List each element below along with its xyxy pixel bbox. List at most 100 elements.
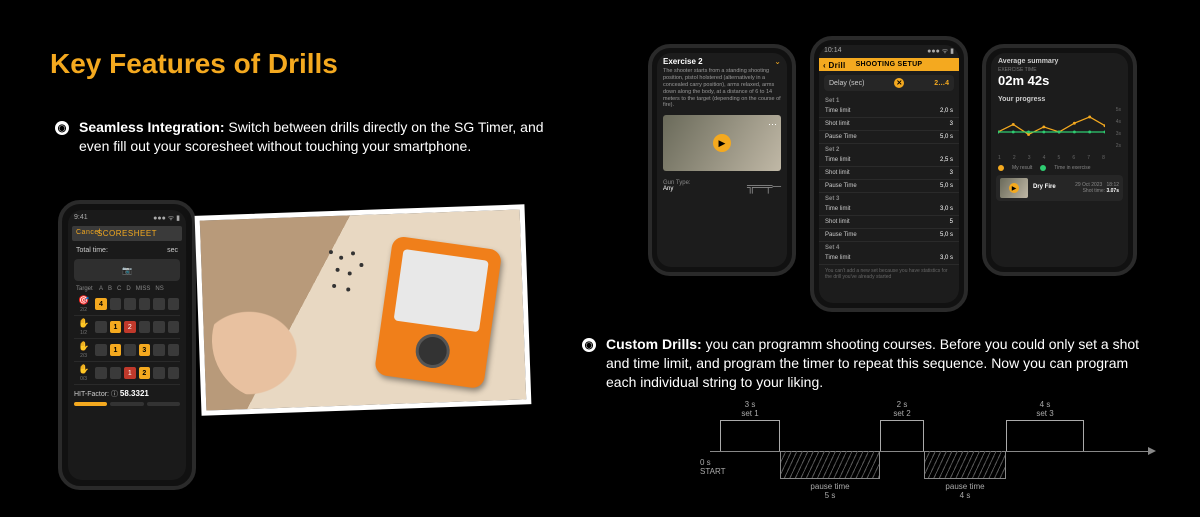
set-row[interactable]: Time limit3,0 s bbox=[819, 252, 959, 265]
result-thumbnail: ▶ bbox=[1000, 178, 1028, 198]
exercise-description: The shooter starts from a standing shoot… bbox=[657, 68, 787, 113]
back-button[interactable]: ‹ Drill bbox=[823, 61, 846, 70]
score-row[interactable]: ✋1/2 12 bbox=[74, 316, 180, 339]
score-cell[interactable] bbox=[95, 321, 106, 333]
score-cell[interactable] bbox=[168, 344, 179, 356]
shooting-setup-header: ‹ Drill SHOOTING SETUP bbox=[819, 58, 959, 71]
bullet-strong: Custom Drills: bbox=[606, 336, 702, 352]
chart-legend: My result Time in exercise bbox=[991, 163, 1128, 175]
info-icon[interactable]: ⓘ bbox=[111, 391, 118, 398]
score-cell[interactable] bbox=[124, 298, 135, 310]
timeline-pause-box bbox=[780, 451, 880, 479]
timeline-pause-label: pause time4 s bbox=[945, 482, 984, 500]
score-columns: Target A B C D MISS NS bbox=[74, 285, 180, 293]
score-cell[interactable]: 1 bbox=[110, 321, 121, 333]
delay-row[interactable]: Delay (sec) ✕ 2…4 bbox=[824, 75, 954, 91]
status-icons: ●●● ᯤ ▮ bbox=[927, 47, 954, 56]
score-cell[interactable]: 2 bbox=[124, 321, 135, 333]
exercise-time-label: EXERCISE TIME bbox=[991, 65, 1128, 73]
exercise-video-thumbnail[interactable]: ⋯ ▶ bbox=[663, 115, 781, 171]
set-header: Set 2 bbox=[819, 144, 959, 154]
clear-icon[interactable]: ✕ bbox=[894, 78, 904, 88]
status-time: 10:14 bbox=[824, 47, 842, 56]
feature-bullet-custom-drills: ◉ Custom Drills: you can programm shooti… bbox=[582, 335, 1162, 392]
score-cell[interactable] bbox=[110, 298, 121, 310]
camera-icon: 📷 bbox=[122, 266, 132, 275]
progress-chart: 5s4s3s2s 12345678 bbox=[998, 107, 1121, 161]
set-header: Set 3 bbox=[819, 193, 959, 203]
result-card[interactable]: ▶Dry Fire29 Oct 2023 18:12Shot time: 3.0… bbox=[996, 175, 1123, 201]
pager bbox=[74, 402, 180, 406]
progress-label: Your progress bbox=[991, 93, 1128, 103]
header-title: SCORESHEET bbox=[97, 229, 157, 238]
summary-title: Average summary bbox=[991, 53, 1128, 65]
play-icon: ▶ bbox=[1009, 183, 1019, 193]
score-cell[interactable] bbox=[168, 321, 179, 333]
score-cell[interactable] bbox=[153, 298, 164, 310]
target-icon: ✋2/3 bbox=[75, 341, 92, 359]
score-cell[interactable]: 4 bbox=[95, 298, 106, 310]
score-cell[interactable]: 2 bbox=[139, 367, 150, 379]
set-row[interactable]: Pause Time5,0 s bbox=[819, 180, 959, 193]
set-row[interactable]: Pause Time5,0 s bbox=[819, 131, 959, 144]
more-icon[interactable]: ⋯ bbox=[768, 119, 777, 130]
bullet-icon: ◉ bbox=[582, 338, 596, 352]
bullet-text: Custom Drills: you can programm shooting… bbox=[606, 335, 1162, 392]
set-row[interactable]: Time limit2,5 s bbox=[819, 154, 959, 167]
target-icon: ✋1/2 bbox=[75, 318, 92, 336]
status-bar: 10:14 ●●● ᯤ ▮ bbox=[819, 45, 959, 58]
timeline-pause-label: pause time5 s bbox=[810, 482, 849, 500]
set-header: Set 1 bbox=[819, 95, 959, 105]
chevron-down-icon: ⌄ bbox=[774, 57, 781, 66]
score-rows: 🎯2/24✋1/212✋2/313✋0/312 bbox=[74, 293, 180, 385]
score-cell[interactable] bbox=[139, 321, 150, 333]
timeline-set-label: 2 sset 2 bbox=[893, 400, 910, 418]
score-cell[interactable] bbox=[153, 344, 164, 356]
status-icons: ●●● ᯤ ▮ bbox=[153, 214, 180, 223]
set-row[interactable]: Pause Time5,0 s bbox=[819, 229, 959, 242]
phone-scoresheet: 9:41 ●●● ᯤ ▮ Cancel SCORESHEET Total tim… bbox=[58, 200, 196, 490]
score-cell[interactable]: 1 bbox=[124, 367, 135, 379]
phone-summary: Average summary EXERCISE TIME 02m 42s Yo… bbox=[982, 44, 1137, 276]
feature-bullet-integration: ◉ Seamless Integration: Switch between d… bbox=[55, 118, 565, 156]
score-row[interactable]: 🎯2/24 bbox=[74, 293, 180, 316]
status-bar: 9:41 ●●● ᯤ ▮ bbox=[74, 214, 180, 223]
set-row[interactable]: Time limit2,0 s bbox=[819, 105, 959, 118]
exercise-title: Exercise 2 bbox=[663, 57, 703, 66]
setup-sets: Set 1Time limit2,0 sShot limit3Pause Tim… bbox=[819, 95, 959, 265]
set-row[interactable]: Shot limit3 bbox=[819, 167, 959, 180]
score-cell[interactable] bbox=[153, 321, 164, 333]
set-row[interactable]: Time limit3,0 s bbox=[819, 203, 959, 216]
bullet-strong: Seamless Integration: bbox=[79, 119, 225, 135]
cancel-button[interactable]: Cancel bbox=[76, 229, 101, 236]
timeline-pause-box bbox=[924, 451, 1006, 479]
score-cell[interactable] bbox=[168, 367, 179, 379]
status-time: 9:41 bbox=[74, 214, 88, 223]
exercise-header[interactable]: Exercise 2 ⌄ bbox=[657, 53, 787, 68]
total-time-label: Total time: bbox=[76, 247, 108, 254]
score-cell[interactable] bbox=[95, 367, 106, 379]
set-row[interactable]: Shot limit5 bbox=[819, 216, 959, 229]
score-row[interactable]: ✋0/312 bbox=[74, 362, 180, 385]
scoresheet-header: Cancel SCORESHEET bbox=[72, 226, 182, 241]
target-icon: 🎯2/2 bbox=[75, 295, 92, 313]
score-cell[interactable]: 1 bbox=[110, 344, 121, 356]
sg-timer-device bbox=[374, 235, 502, 389]
score-cell[interactable] bbox=[124, 344, 135, 356]
score-cell[interactable] bbox=[95, 344, 106, 356]
timeline-set-box bbox=[720, 420, 780, 451]
score-cell[interactable]: 3 bbox=[139, 344, 150, 356]
score-cell[interactable] bbox=[110, 367, 121, 379]
score-cell[interactable] bbox=[153, 367, 164, 379]
legend-dot-icon bbox=[998, 165, 1004, 171]
bullet-text: Seamless Integration: Switch between dri… bbox=[79, 118, 565, 156]
set-row[interactable]: Shot limit3 bbox=[819, 118, 959, 131]
take-photo-button[interactable]: 📷 bbox=[74, 259, 180, 281]
score-row[interactable]: ✋2/3 1 3 bbox=[74, 339, 180, 362]
play-icon[interactable]: ▶ bbox=[713, 134, 731, 152]
total-time-row: Total time: sec bbox=[74, 244, 180, 257]
score-cell[interactable] bbox=[168, 298, 179, 310]
score-cell[interactable] bbox=[139, 298, 150, 310]
setup-note: You can't add a new set because you have… bbox=[819, 265, 959, 283]
page-title: Key Features of Drills bbox=[50, 48, 338, 80]
